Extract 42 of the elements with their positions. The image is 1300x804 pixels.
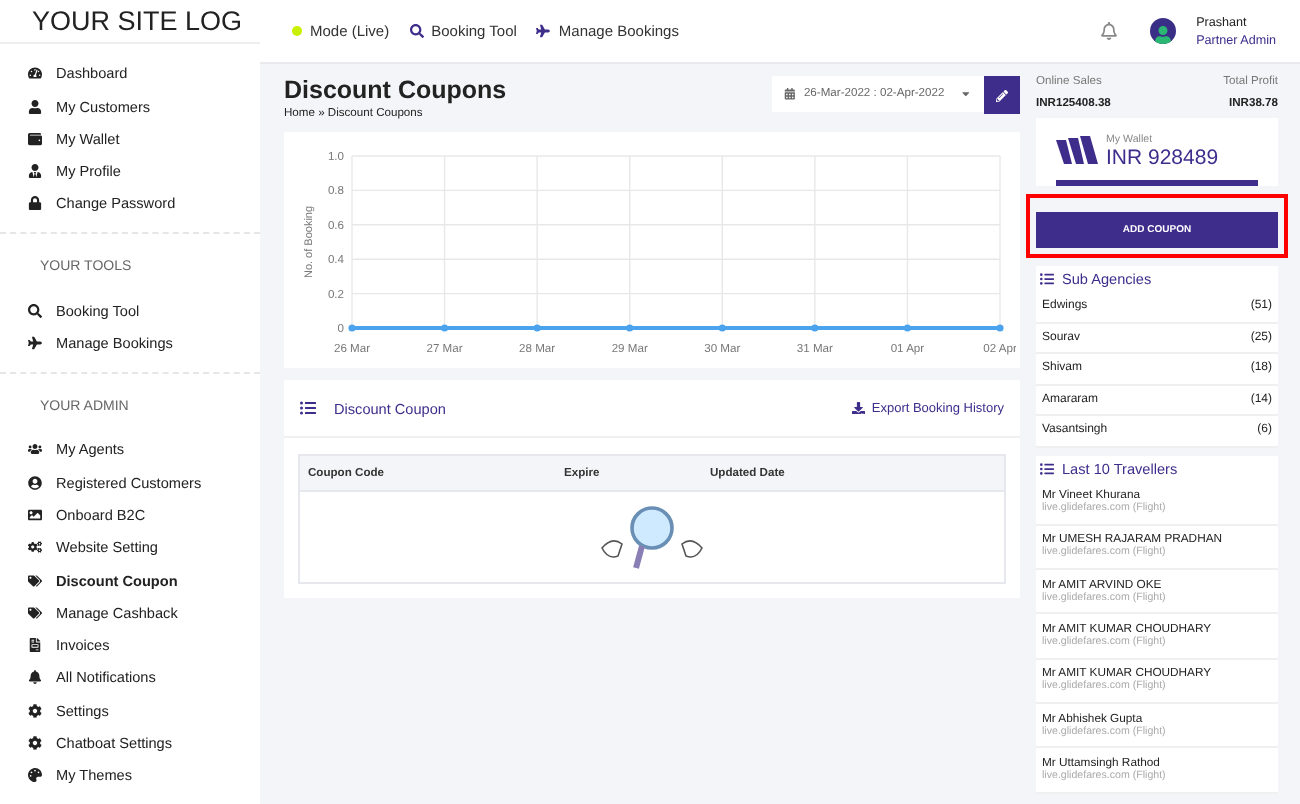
- search-icon: [28, 303, 42, 318]
- calendar-icon: [784, 88, 796, 100]
- dashboard-icon: [28, 66, 42, 81]
- notification-bell-icon[interactable]: [1100, 22, 1119, 40]
- data-point: [348, 324, 356, 332]
- data-point: [718, 324, 726, 332]
- data-point: [533, 324, 541, 332]
- status-dot: [292, 26, 302, 36]
- list-icon: [1040, 272, 1054, 286]
- users-icon: [28, 442, 42, 457]
- lock-icon: [28, 196, 42, 211]
- data-point: [811, 324, 819, 332]
- search-icon: [409, 24, 424, 38]
- gears-icon: [28, 540, 42, 555]
- tag-icon: [28, 573, 42, 588]
- bell-icon: [28, 670, 42, 685]
- no-results-drawing: [596, 503, 708, 571]
- data-point: [626, 324, 634, 332]
- caret-icon: [960, 88, 972, 100]
- wallet-amount: INR 928489: [1106, 146, 1219, 170]
- data-point: [440, 324, 449, 332]
- plane-icon: [536, 24, 551, 38]
- settings-icon: [28, 703, 42, 718]
- wallet-icon: [28, 131, 42, 146]
- image-icon: [28, 507, 42, 522]
- user-icon: [28, 99, 42, 114]
- plane-icon: [28, 336, 42, 351]
- palette-icon: [28, 768, 42, 783]
- page-title: Discount Coupons: [284, 76, 507, 104]
- data-point: [996, 324, 1004, 332]
- user-tie-icon: [28, 164, 42, 179]
- pencil-icon: [996, 89, 1008, 101]
- logo-icon: [1056, 136, 1100, 168]
- settings-icon: [28, 736, 42, 751]
- list-icon: [300, 400, 316, 416]
- tag-icon: [28, 605, 42, 620]
- list-icon: [1040, 461, 1054, 475]
- data-point: [903, 324, 912, 332]
- invoice-icon: [28, 638, 42, 653]
- download-icon: [852, 401, 866, 415]
- avatar-icon[interactable]: [1150, 18, 1177, 44]
- edit-button[interactable]: [984, 76, 1020, 114]
